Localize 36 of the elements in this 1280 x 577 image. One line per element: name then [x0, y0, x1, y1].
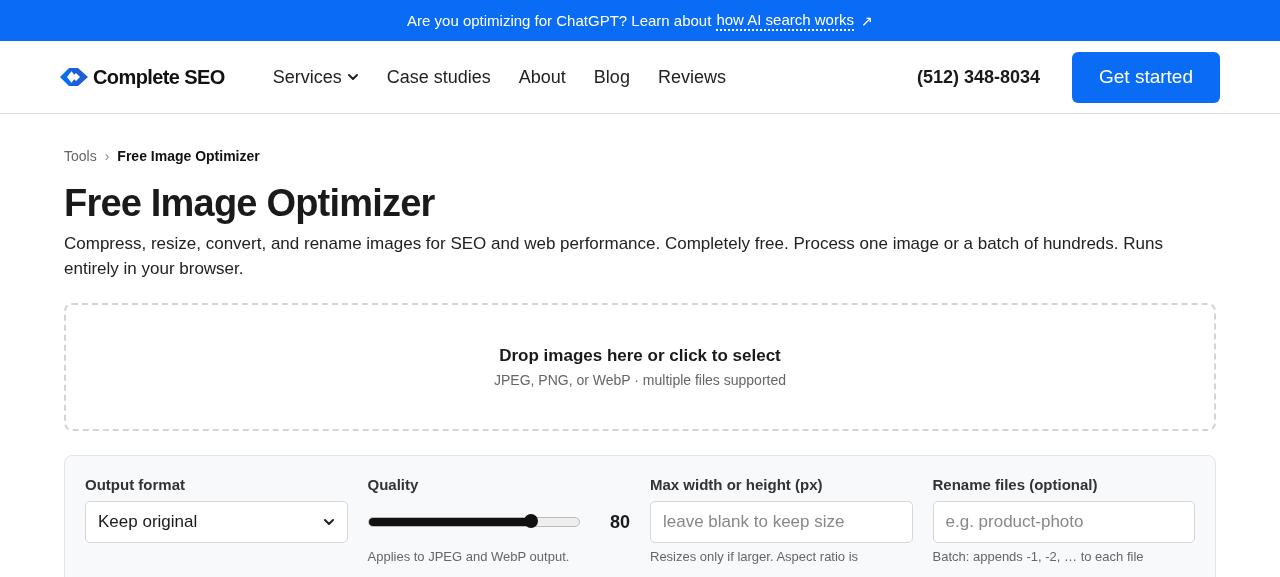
help-text: Batch: appends -1, -2, … to each file: [932, 549, 1145, 564]
chevron-down-icon: [322, 517, 335, 527]
phone-number: (512) 348-8034: [916, 66, 1040, 88]
logo-icon: [60, 65, 88, 89]
help-text: Applies to JPEG and WebP output.: [367, 549, 571, 564]
chevron-down-icon: [346, 72, 359, 82]
quality-value: 80: [609, 511, 630, 533]
nav-link[interactable]: Reviews: [657, 66, 726, 88]
get-started-button[interactable]: Get started: [1072, 51, 1220, 103]
nav-link[interactable]: About: [518, 66, 566, 88]
breadcrumb-item: Free Image Optimizer: [117, 148, 260, 164]
nav-link[interactable]: Services: [272, 66, 359, 88]
field-label: Rename files (optional): [932, 476, 1099, 493]
arrow-icon: ↗: [860, 12, 873, 29]
drop-zone[interactable]: Drop images here or click to select JPEG, PNG, or WebP · multiple files supported: [64, 303, 1216, 431]
drop-zone-hint: JPEG, PNG, or WebP · multiple files supported: [493, 372, 786, 388]
logo-text: Complete SEO: [93, 65, 225, 89]
field-label: Max width or height (px): [650, 476, 824, 493]
slider-thumb[interactable]: [523, 514, 538, 528]
page-description: Compress, resize, convert, and rename images for SEO and web performance. Completely free. Process one image or a batch of hundreds. Runs entirely in your browser.: [64, 233, 1164, 280]
banner-text: Are you optimizing for ChatGPT? Learn about: [407, 12, 712, 29]
banner-link[interactable]: how AI search works: [716, 10, 854, 31]
field-label: Output format: [85, 476, 186, 493]
field-label: Quality: [367, 476, 420, 493]
help-text: Resizes only if larger. Aspect ratio is: [650, 549, 860, 564]
page-title: Free Image Optimizer: [64, 182, 436, 225]
text-input[interactable]: leave blank to keep size: [650, 501, 913, 543]
breadcrumb-item[interactable]: Tools: [64, 148, 97, 164]
drop-zone-title: Drop images here or click to select: [499, 346, 781, 366]
breadcrumb-separator: ›: [104, 148, 110, 164]
format-select[interactable]: Keep original: [85, 501, 348, 543]
nav-link[interactable]: Case studies: [386, 66, 491, 88]
logo[interactable]: Complete SEO: [60, 65, 225, 89]
nav-link[interactable]: Blog: [593, 66, 630, 88]
slider-track[interactable]: [367, 517, 580, 527]
text-input[interactable]: e.g. product-photo: [932, 501, 1195, 543]
